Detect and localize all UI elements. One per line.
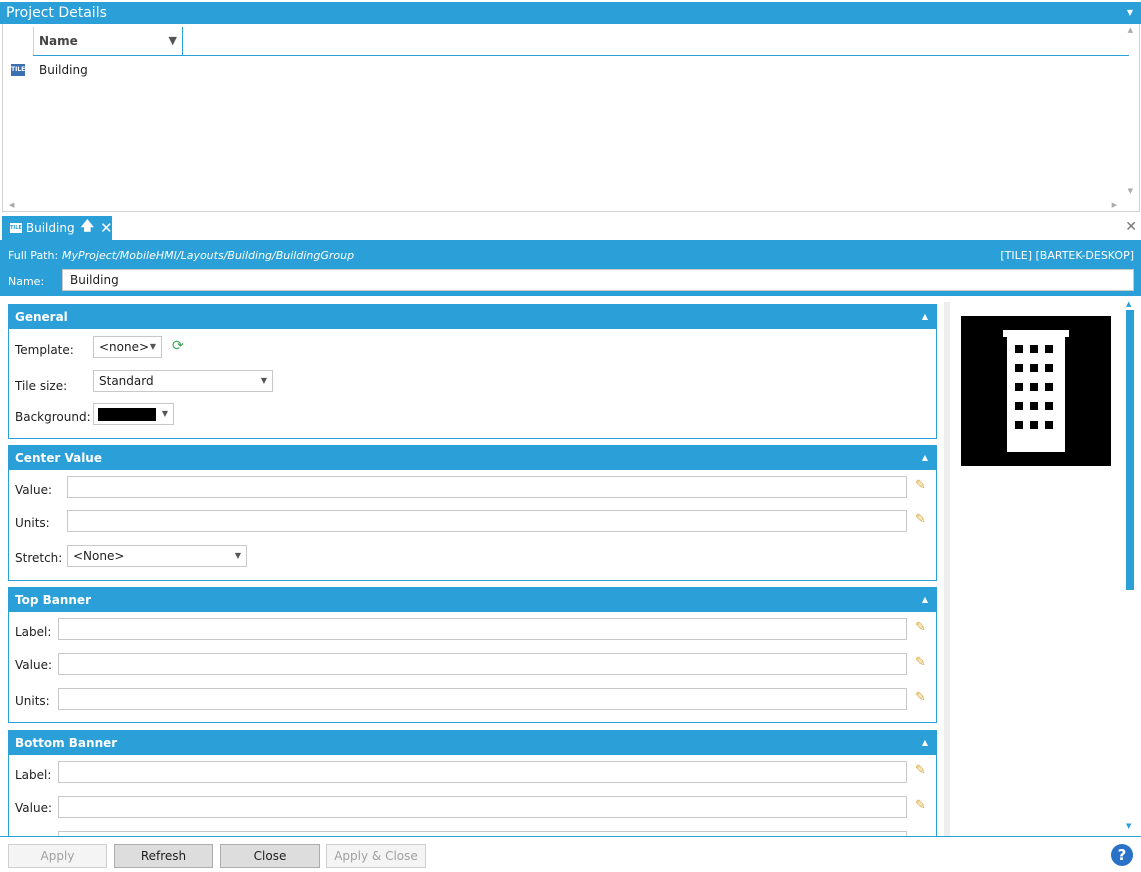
value-label: Value: (15, 483, 52, 497)
edit-pencil-icon[interactable]: ✎ (915, 764, 929, 778)
scroll-up-icon[interactable]: ▲ (1128, 26, 1133, 34)
help-icon[interactable]: ? (1111, 844, 1133, 866)
color-swatch (98, 408, 156, 421)
collapse-up-icon[interactable]: ▲ (922, 731, 928, 755)
background-label: Background: (15, 410, 91, 424)
dropdown-arrow-icon: ▼ (149, 342, 156, 351)
tab-label: Building (25, 221, 75, 235)
collapse-chevron-icon[interactable]: ▼ (1127, 2, 1133, 24)
building-icon (1003, 330, 1069, 452)
panel-splitter[interactable] (944, 302, 950, 836)
edit-pencil-icon[interactable]: ✎ (915, 621, 929, 635)
general-section: General ▲ Template: <none> ▼ ⟳ Tile size… (8, 304, 937, 439)
tab-building[interactable]: TILE Building 🡅 ✕ (2, 216, 113, 240)
units-label: Units: (15, 516, 50, 530)
edit-pencil-icon[interactable]: ✎ (915, 656, 929, 670)
filter-icon[interactable]: ▼ (169, 27, 177, 55)
bottom-banner-section: Bottom Banner ▲ Label: ✎ Value: ✎ (8, 730, 937, 836)
value-label: Value: (15, 801, 52, 815)
close-button[interactable]: Close (220, 844, 320, 868)
scroll-left-icon[interactable]: ◀ (9, 201, 14, 209)
top-banner-section: Top Banner ▲ Label: ✎ Value: ✎ Units: ✎ (8, 587, 937, 723)
close-tab-icon[interactable]: ✕ (100, 219, 113, 237)
refresh-button[interactable]: Refresh (114, 844, 213, 868)
tile-preview (961, 316, 1111, 466)
tile-icon: TILE (11, 64, 25, 76)
top-banner-value-input[interactable] (58, 653, 907, 675)
background-color-picker[interactable]: ▼ (93, 403, 174, 425)
top-banner-title: Top Banner (15, 593, 91, 607)
project-details-title: Project Details (6, 5, 107, 21)
name-label: Name: (8, 275, 45, 288)
center-value-input[interactable] (67, 476, 907, 498)
stretch-label: Stretch: (15, 551, 63, 565)
edit-pencil-icon[interactable]: ✎ (915, 691, 929, 705)
refresh-icon[interactable]: ⟳ (172, 338, 184, 354)
stretch-dropdown[interactable]: <None> ▼ (67, 545, 247, 567)
collapse-up-icon[interactable]: ▲ (922, 446, 928, 470)
tile-info: [TILE] [BARTEK-DESKOP] (1000, 249, 1134, 262)
vertical-scrollbar[interactable] (1126, 310, 1134, 590)
edit-pencil-icon[interactable]: ✎ (915, 513, 929, 527)
edit-pencil-icon[interactable]: ✎ (915, 799, 929, 813)
scroll-down-icon[interactable]: ▼ (1128, 187, 1133, 195)
name-column-header[interactable]: Name ▼ (33, 27, 183, 55)
apply-button[interactable]: Apply (8, 844, 107, 868)
top-banner-label-input[interactable] (58, 618, 907, 640)
general-section-header[interactable]: General ▲ (9, 305, 936, 329)
bottom-banner-section-header[interactable]: Bottom Banner ▲ (9, 731, 936, 755)
units-label: Units: (15, 694, 50, 708)
name-column-label: Name (39, 34, 78, 48)
top-banner-units-input[interactable] (58, 688, 907, 710)
dropdown-arrow-icon: ▼ (161, 409, 168, 418)
scroll-right-icon[interactable]: ▶ (1112, 201, 1117, 209)
close-panel-icon[interactable]: ✕ (1125, 219, 1137, 235)
bottom-banner-value-input[interactable] (58, 796, 907, 818)
center-value-section: Center Value ▲ Value: ✎ Units: ✎ Stretch… (8, 445, 937, 581)
row-label: Building (39, 63, 88, 77)
center-value-section-header[interactable]: Center Value ▲ (9, 446, 936, 470)
info-bar: Full Path: MyProject/MobileHMI/Layouts/B… (0, 240, 1141, 296)
template-value: <none> (99, 340, 150, 354)
full-path-value: MyProject/MobileHMI/Layouts/Building/Bui… (62, 249, 355, 262)
button-bar: Apply Refresh Close Apply & Close ? (0, 836, 1141, 872)
pin-icon[interactable]: 🡅 (81, 217, 94, 239)
stretch-value: <None> (73, 549, 125, 563)
scroll-up-icon[interactable]: ▲ (1126, 300, 1131, 308)
dropdown-arrow-icon: ▼ (234, 551, 241, 560)
collapse-up-icon[interactable]: ▲ (922, 588, 928, 612)
edit-pencil-icon[interactable]: ✎ (915, 479, 929, 493)
label-label: Label: (15, 768, 52, 782)
bottom-banner-title: Bottom Banner (15, 736, 118, 750)
bottom-banner-label-input[interactable] (58, 761, 907, 783)
tile-size-value: Standard (99, 374, 154, 388)
grid-row-building[interactable]: TILE Building (11, 60, 88, 80)
project-details-header: Project Details ▼ (0, 2, 1141, 24)
name-input[interactable] (62, 269, 1134, 291)
template-dropdown[interactable]: <none> ▼ (93, 336, 162, 358)
value-label: Value: (15, 658, 52, 672)
scroll-down-icon[interactable]: ▼ (1126, 822, 1131, 830)
tile-size-label: Tile size: (15, 379, 68, 393)
center-units-input[interactable] (67, 510, 907, 532)
label-label: Label: (15, 625, 52, 639)
collapse-up-icon[interactable]: ▲ (922, 305, 928, 329)
top-banner-section-header[interactable]: Top Banner ▲ (9, 588, 936, 612)
project-grid: Name ▼ TILE Building ▲ ▼ ◀ ▶ (2, 24, 1140, 212)
header-divider (33, 55, 1129, 56)
template-label: Template: (15, 343, 74, 357)
tile-icon: TILE (10, 223, 22, 233)
center-value-title: Center Value (15, 451, 102, 465)
full-path-label: Full Path: (8, 249, 59, 262)
general-title: General (15, 310, 68, 324)
properties-panel: General ▲ Template: <none> ▼ ⟳ Tile size… (0, 296, 1141, 836)
apply-close-button[interactable]: Apply & Close (326, 844, 426, 868)
dropdown-arrow-icon: ▼ (260, 376, 267, 385)
tile-size-dropdown[interactable]: Standard ▼ (93, 370, 273, 392)
